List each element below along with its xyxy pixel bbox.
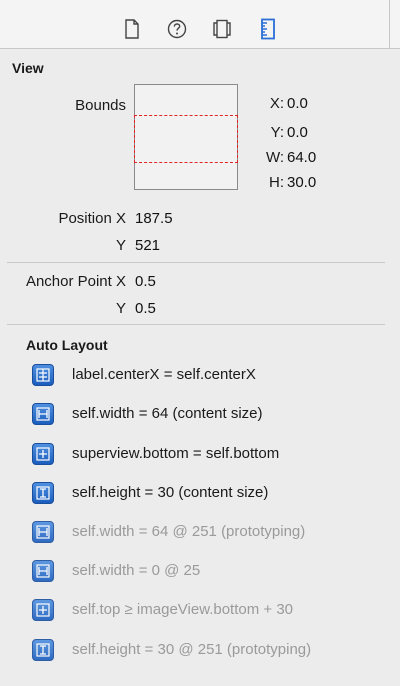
constraint-row[interactable]: self.width = 0 @ 25 — [32, 560, 382, 584]
position-y-value[interactable]: 521 — [135, 237, 160, 254]
auto-layout-title: Auto Layout — [26, 337, 108, 353]
constraint-row[interactable]: self.width = 64 (content size) — [32, 403, 382, 427]
constraint-text: label.centerX = self.centerX — [72, 366, 256, 383]
constraint-row[interactable]: label.centerX = self.centerX — [32, 364, 382, 388]
anchor-y-label: Y — [115, 300, 126, 317]
w-label: W: — [265, 149, 284, 166]
ruler-icon[interactable] — [257, 18, 279, 40]
divider — [7, 324, 385, 325]
help-icon[interactable] — [166, 18, 188, 40]
constraint-text: self.width = 64 @ 251 (prototyping) — [72, 523, 306, 540]
position-y-label: Y — [115, 237, 126, 254]
position-constraint-icon — [32, 443, 54, 465]
height-constraint-icon — [32, 482, 54, 504]
view-section-title: View — [12, 60, 44, 76]
constraint-row[interactable]: superview.bottom = self.bottom — [32, 443, 382, 467]
constraint-row[interactable]: self.height = 30 @ 251 (prototyping) — [32, 639, 382, 663]
constraint-text: self.width = 64 (content size) — [72, 405, 263, 422]
h-value[interactable]: 30.0 — [287, 174, 316, 191]
x-label: X: — [269, 95, 284, 112]
constraint-row[interactable]: self.height = 30 (content size) — [32, 482, 382, 506]
position-constraint-icon — [32, 599, 54, 621]
anchor-y-value[interactable]: 0.5 — [135, 300, 156, 317]
width-constraint-icon — [32, 560, 54, 582]
width-constraint-icon — [32, 521, 54, 543]
y-value[interactable]: 0.0 — [287, 124, 308, 141]
position-x-label: Position X — [58, 210, 126, 227]
width-constraint-icon — [32, 403, 54, 425]
x-value[interactable]: 0.0 — [287, 95, 308, 112]
anchor-x-label: Anchor Point X — [25, 273, 126, 290]
w-value[interactable]: 64.0 — [287, 149, 316, 166]
position-x-value[interactable]: 187.5 — [135, 210, 173, 227]
constraint-row[interactable]: self.width = 64 @ 251 (prototyping) — [32, 521, 382, 545]
inspector-toolbar — [0, 0, 400, 49]
y-label: Y: — [270, 124, 284, 141]
identity-icon[interactable] — [211, 18, 233, 40]
anchor-x-value[interactable]: 0.5 — [135, 273, 156, 290]
file-icon[interactable] — [121, 18, 143, 40]
toolbar-edge — [389, 0, 390, 48]
constraint-text: self.height = 30 (content size) — [72, 484, 269, 501]
constraint-text: self.top ≥ imageView.bottom + 30 — [72, 601, 294, 618]
bounds-frame — [134, 115, 238, 163]
center-x-icon — [32, 364, 54, 386]
bounds-label: Bounds — [75, 97, 126, 114]
constraint-text: superview.bottom = self.bottom — [72, 445, 280, 462]
height-constraint-icon — [32, 639, 54, 661]
constraint-row[interactable]: self.top ≥ imageView.bottom + 30 — [32, 599, 382, 623]
divider — [7, 262, 385, 263]
constraint-text: self.height = 30 @ 251 (prototyping) — [72, 641, 312, 658]
constraint-text: self.width = 0 @ 25 — [72, 562, 201, 579]
h-label: H: — [269, 174, 284, 191]
